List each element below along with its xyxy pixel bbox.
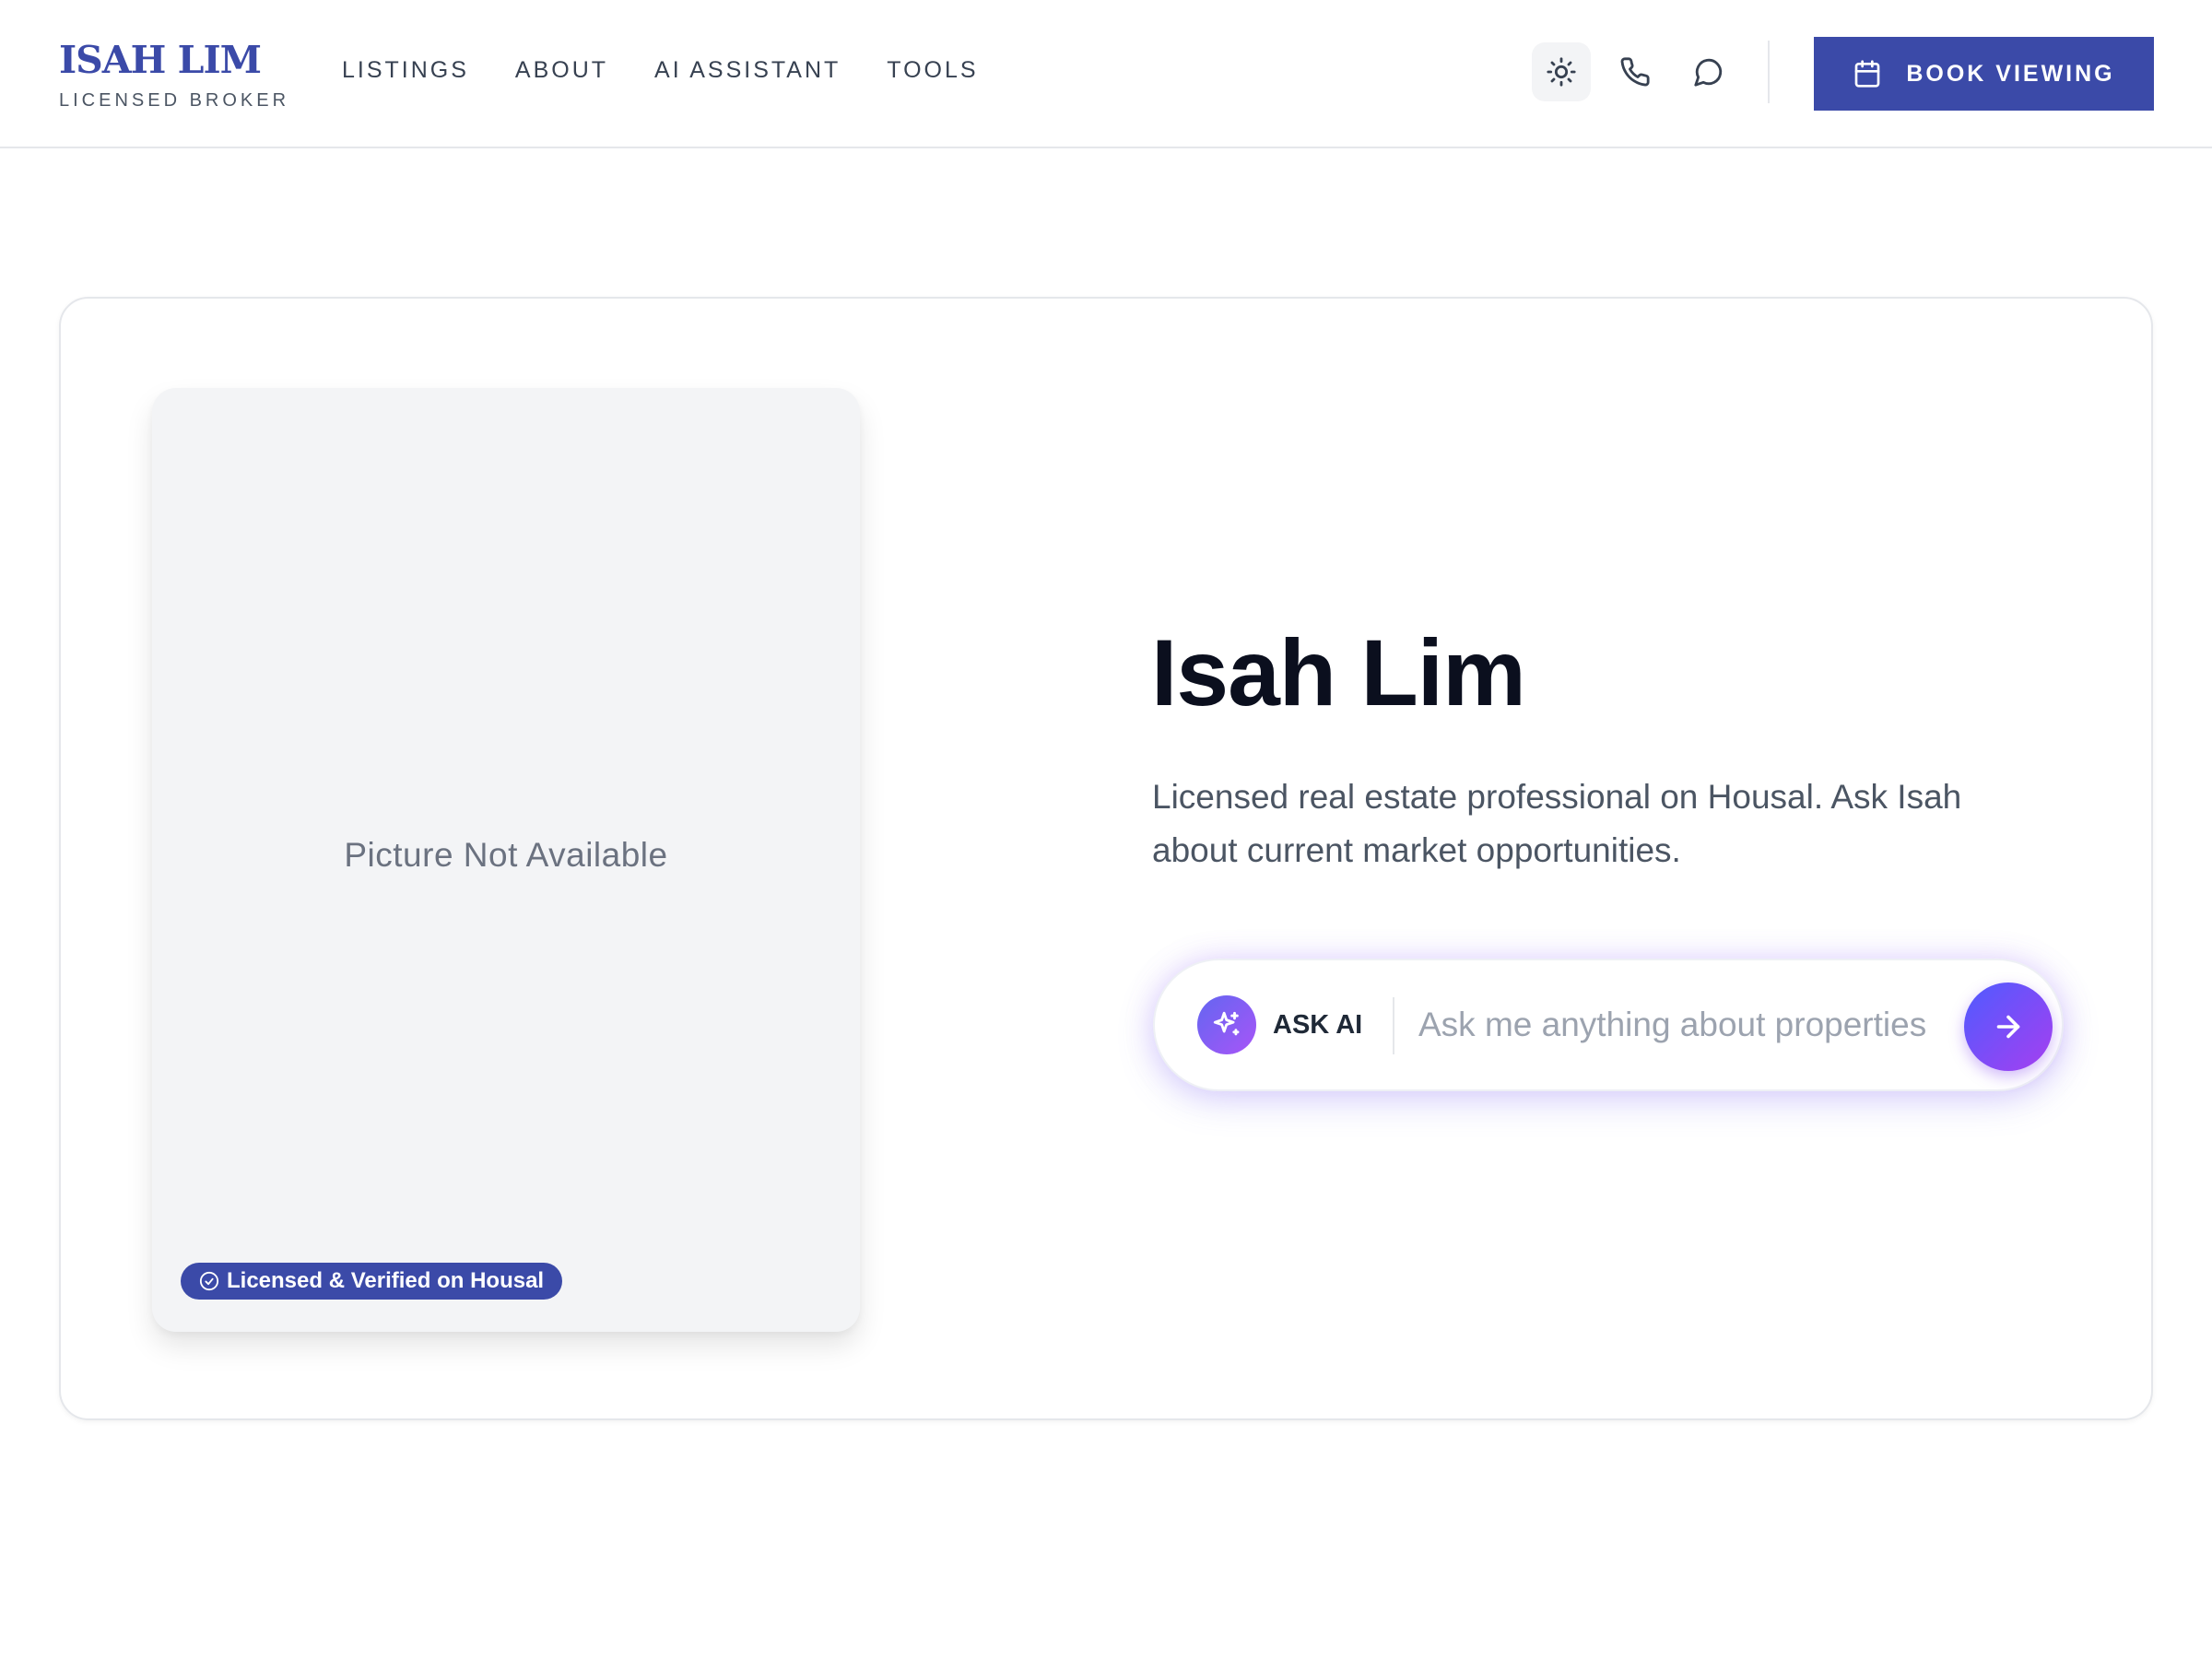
brand-subtitle: LICENSED BROKER [59, 90, 290, 111]
ask-ai-bar: ASK AI [1153, 959, 2064, 1091]
call-button[interactable] [1606, 42, 1665, 101]
ask-ai-input[interactable] [1418, 992, 1951, 1058]
brand-name: ISAH LIM [59, 38, 262, 82]
book-viewing-label: BOOK VIEWING [1906, 60, 2115, 87]
profile-photo-placeholder: Picture Not Available Licensed & Verifie… [152, 388, 860, 1332]
arrow-right-icon [1996, 1015, 2020, 1039]
brand-logo[interactable]: ISAH LIM LICENSED BROKER [59, 37, 289, 112]
nav-listings[interactable]: LISTINGS [342, 57, 469, 84]
nav-about[interactable]: ABOUT [515, 57, 608, 84]
message-button[interactable] [1679, 42, 1738, 101]
ask-ai-send-button[interactable] [1964, 982, 2053, 1071]
ask-ai-separator [1393, 997, 1394, 1054]
nav-ai-assistant[interactable]: AI ASSISTANT [654, 57, 841, 84]
book-viewing-button[interactable]: BOOK VIEWING [1814, 37, 2154, 111]
phone-icon [1620, 57, 1650, 87]
calendar-icon [1855, 60, 1880, 88]
top-header: ISAH LIM LICENSED BROKER LISTINGS ABOUT … [0, 0, 2212, 148]
header-divider [1768, 41, 1770, 103]
main-nav: LISTINGS ABOUT AI ASSISTANT TOOLS [342, 57, 1025, 84]
ask-ai-label: ASK AI [1273, 1010, 1363, 1040]
verified-badge: Licensed & Verified on Housal [181, 1263, 563, 1300]
chat-icon [1694, 58, 1723, 87]
photo-placeholder-text: Picture Not Available [344, 836, 668, 874]
check-circle-icon [199, 1271, 219, 1291]
agent-description: Licensed real estate professional on Hou… [1152, 778, 1962, 869]
verified-badge-label: Licensed & Verified on Housal [227, 1268, 545, 1293]
sun-icon [1547, 57, 1576, 87]
nav-tools[interactable]: TOOLS [887, 57, 978, 84]
ask-ai-badge [1197, 995, 1256, 1054]
sparkles-icon [1213, 1011, 1240, 1036]
agent-name: Isah Lim [1151, 620, 1526, 725]
theme-toggle-button[interactable] [1532, 42, 1591, 101]
profile-card: Picture Not Available Licensed & Verifie… [59, 297, 2153, 1420]
